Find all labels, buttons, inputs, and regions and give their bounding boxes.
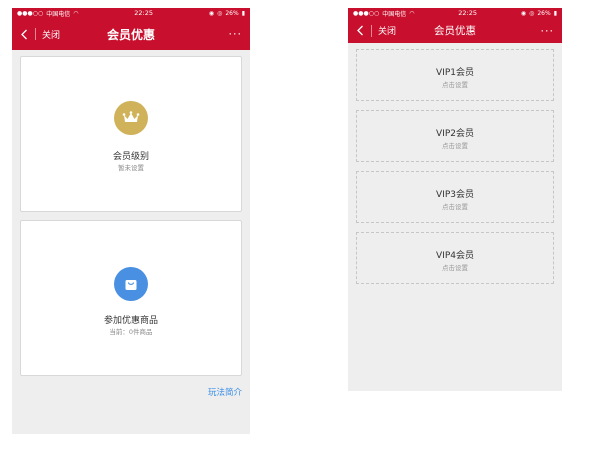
vip-level-title: VIP2会员 <box>436 129 474 139</box>
right-screen: ●●●○○ 中国电信 ◠ 22:25 ◉ ◎ 26% ▮ 关闭 会员优惠 ···… <box>348 8 562 391</box>
vip-level-card-2[interactable]: VIP2会员 点击设置 <box>356 110 554 162</box>
back-button[interactable] <box>348 18 364 43</box>
nav-divider <box>35 28 36 40</box>
discount-products-title: 参加优惠商品 <box>103 316 158 326</box>
rules-intro-link[interactable]: 玩法简介 <box>208 386 242 398</box>
crown-icon-circle <box>114 101 148 135</box>
close-button[interactable]: 关闭 <box>378 24 396 37</box>
status-time: 22:25 <box>458 9 478 17</box>
shopping-bag-icon <box>125 280 137 290</box>
shopping-bag-icon-circle <box>114 267 148 301</box>
vip-level-card-4[interactable]: VIP4会员 点击设置 <box>356 232 554 284</box>
battery-icon: ▮ <box>241 9 245 17</box>
chevron-left-icon <box>357 25 363 36</box>
discount-products-subtitle: 当前：0件商品 <box>109 328 153 336</box>
battery-percent: 26% <box>537 9 551 17</box>
wifi-icon: ◠ <box>409 9 415 17</box>
vip-level-card-1[interactable]: VIP1会员 点击设置 <box>356 49 554 101</box>
member-level-subtitle: 暂未设置 <box>118 164 144 172</box>
lock-icon: ◉ <box>208 9 215 17</box>
vip-level-title: VIP4会员 <box>436 251 474 261</box>
alarm-icon: ◎ <box>217 9 223 17</box>
signal-icon: ●●●○○ <box>17 9 44 17</box>
member-level-title: 会员级别 <box>112 152 149 162</box>
status-bar: ●●●○○ 中国电信 ◠ 22:25 ◉ ◎ 26% ▮ <box>12 8 250 18</box>
vip-level-title: VIP1会员 <box>436 68 474 78</box>
carrier-label: 中国电信 <box>46 10 71 18</box>
lock-icon: ◉ <box>520 9 527 17</box>
vip-level-subtitle: 点击设置 <box>442 81 468 89</box>
left-screen: ●●●○○ 中国电信 ◠ 22:25 ◉ ◎ 26% ▮ 关闭 会员优惠 ··· <box>12 8 250 434</box>
discount-products-card[interactable]: 参加优惠商品 当前：0件商品 <box>20 220 242 376</box>
status-time: 22:25 <box>134 9 154 17</box>
more-menu-button[interactable]: ··· <box>229 28 243 41</box>
chevron-left-icon <box>21 29 27 39</box>
nav-bar: 关闭 会员优惠 ··· <box>12 18 250 50</box>
crown-icon <box>122 111 140 122</box>
more-menu-button[interactable]: ··· <box>541 24 555 37</box>
vip-level-subtitle: 点击设置 <box>442 264 468 272</box>
nav-divider <box>371 24 372 37</box>
nav-bar: 关闭 会员优惠 ··· <box>348 18 562 43</box>
back-button[interactable] <box>12 18 28 50</box>
close-button[interactable]: 关闭 <box>42 28 60 41</box>
vip-level-subtitle: 点击设置 <box>442 142 468 150</box>
battery-icon: ▮ <box>553 9 557 17</box>
battery-percent: 26% <box>225 9 239 17</box>
signal-icon: ●●●○○ <box>353 9 380 17</box>
member-level-card[interactable]: 会员级别 暂未设置 <box>20 56 242 212</box>
carrier-label: 中国电信 <box>382 10 407 18</box>
vip-level-title: VIP3会员 <box>436 190 474 200</box>
vip-level-card-3[interactable]: VIP3会员 点击设置 <box>356 171 554 223</box>
vip-level-subtitle: 点击设置 <box>442 203 468 211</box>
status-bar: ●●●○○ 中国电信 ◠ 22:25 ◉ ◎ 26% ▮ <box>348 8 562 18</box>
alarm-icon: ◎ <box>529 9 535 17</box>
wifi-icon: ◠ <box>73 9 79 17</box>
